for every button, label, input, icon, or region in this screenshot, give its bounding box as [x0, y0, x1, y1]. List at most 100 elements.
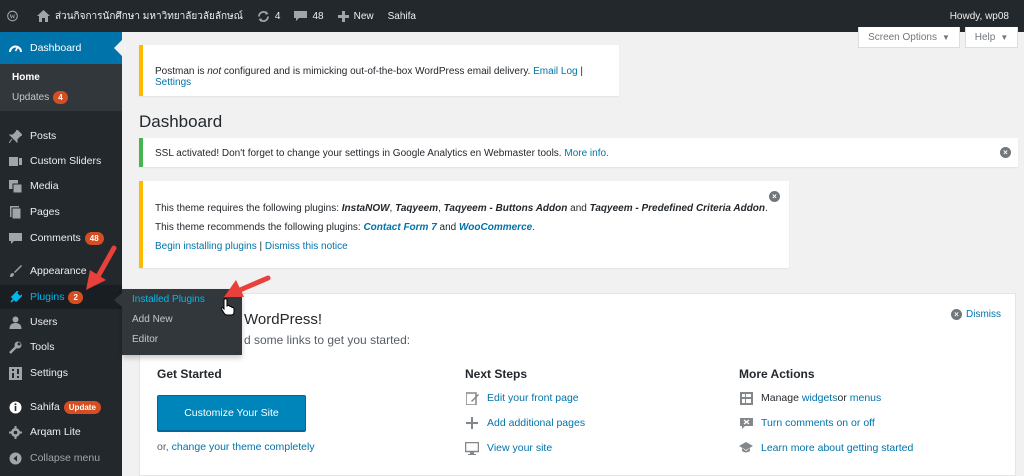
add-pages-row[interactable]: Add additional pages	[465, 416, 585, 430]
menu-custom-sliders[interactable]: Custom Sliders	[0, 149, 122, 173]
sahifa-link[interactable]: Sahifa	[381, 0, 423, 32]
submenu-updates[interactable]: Updates 4	[12, 91, 68, 104]
dashboard-submenu: Home Updates 4	[0, 64, 122, 111]
change-theme-row: or, change your theme completely	[157, 441, 315, 453]
menu-plugins[interactable]: Plugins 2	[0, 285, 122, 309]
learn-more-row[interactable]: Learn more about getting started	[739, 441, 913, 455]
site-name-link[interactable]: ส่วนกิจการนักศึกษา มหาวิทยาลัยวลัยลักษณ์	[30, 0, 250, 32]
menu-settings-label: Settings	[30, 367, 68, 379]
updates-badge: 4	[53, 91, 68, 104]
submenu-home[interactable]: Home	[12, 72, 40, 83]
edit-icon	[465, 391, 479, 405]
collapse-menu-button[interactable]: Collapse menu	[0, 446, 122, 470]
learn-more-link[interactable]: Learn more about getting started	[761, 442, 913, 454]
menu-comments[interactable]: Comments 48	[0, 226, 122, 250]
recommended-prefix: This theme recommends the following plug…	[155, 222, 364, 233]
widgets-link[interactable]: widgets	[802, 392, 838, 404]
postman-text-1: Postman is	[155, 66, 208, 77]
plugin-icon	[8, 290, 22, 304]
view-site-link[interactable]: View your site	[487, 442, 552, 454]
view-site-row[interactable]: View your site	[465, 441, 552, 455]
menus-link[interactable]: menus	[850, 392, 882, 404]
menu-appearance[interactable]: Appearance	[0, 259, 122, 283]
flyout-editor[interactable]: Editor	[132, 334, 158, 345]
howdy-text: Howdy, wp08	[949, 10, 1009, 22]
new-label: New	[353, 10, 374, 22]
plus-icon	[465, 416, 479, 430]
site-name: ส่วนกิจการนักศึกษา มหาวิทยาลัยวลัยลักษณ์	[55, 10, 243, 22]
chevron-down-icon: ▼	[942, 32, 950, 42]
dismiss-circle-icon: ×	[951, 309, 962, 320]
theme-notice-dismiss-icon[interactable]: ×	[769, 191, 780, 202]
comments-icon	[8, 231, 22, 245]
active-indicator	[114, 40, 122, 56]
flyout-installed-plugins[interactable]: Installed Plugins	[132, 294, 205, 305]
and-1: and	[567, 203, 590, 214]
welcome-dismiss-button[interactable]: × Dismiss	[951, 309, 1001, 320]
slides-icon	[8, 154, 22, 168]
next-steps-heading: Next Steps	[465, 367, 528, 381]
help-button[interactable]: Help ▼	[965, 27, 1018, 48]
menu-media[interactable]: Media	[0, 174, 122, 198]
chevron-down-icon: ▼	[1000, 32, 1009, 42]
menu-sahifa-label: Sahifa	[30, 401, 60, 413]
menu-settings[interactable]: Settings	[0, 361, 122, 385]
pin-icon	[8, 129, 22, 143]
menu-sahifa[interactable]: Sahifa Update	[0, 395, 122, 419]
required-plugin-2: Taqyeem	[395, 203, 439, 214]
postman-settings-link[interactable]: Settings	[155, 77, 191, 88]
screen-options-button[interactable]: Screen Options ▼	[858, 27, 960, 48]
menu-tools[interactable]: Tools	[0, 335, 122, 359]
required-plugin-3: Taqyeem - Buttons Addon	[443, 203, 568, 214]
menu-arqam-label: Arqam Lite	[30, 426, 81, 438]
dismiss-notice-link[interactable]: Dismiss this notice	[265, 241, 348, 252]
ssl-dismiss-icon[interactable]: ×	[1000, 147, 1011, 158]
new-content-link[interactable]: New	[331, 0, 381, 32]
welcome-title: WordPress!	[244, 311, 323, 328]
collapse-menu-label: Collapse menu	[30, 452, 101, 464]
edit-front-page-link[interactable]: Edit your front page	[487, 392, 579, 404]
gear-icon	[8, 425, 22, 439]
menu-comments-label: Comments	[30, 232, 81, 244]
theme-recommended-text: This theme recommends the following plug…	[155, 222, 535, 233]
required-prefix: This theme requires the following plugin…	[155, 203, 342, 214]
menu-dashboard[interactable]: Dashboard	[0, 32, 122, 64]
more-actions-heading: More Actions	[739, 367, 815, 381]
theme-plugins-notice: This theme requires the following plugin…	[139, 181, 789, 268]
comments-toggle-row[interactable]: Turn comments on or off	[739, 416, 875, 430]
flyout-add-new[interactable]: Add New	[132, 314, 173, 325]
wordpress-logo-icon[interactable]: W	[0, 0, 30, 32]
menu-users[interactable]: Users	[0, 310, 122, 334]
menu-pages[interactable]: Pages	[0, 200, 122, 224]
manage-widgets-row: Manage widgets or menus	[739, 391, 881, 405]
more-info-link[interactable]: More info.	[564, 148, 608, 159]
ssl-notice: SSL activated! Don't forget to change yo…	[139, 138, 1018, 167]
comments-link[interactable]: 48	[287, 0, 330, 32]
or-text: or	[837, 392, 847, 404]
plus-icon	[337, 10, 349, 22]
turn-comments-link[interactable]: Turn comments on or off	[761, 417, 875, 429]
begin-installing-link[interactable]: Begin installing plugins	[155, 241, 257, 252]
menu-arqam-lite[interactable]: Arqam Lite	[0, 420, 122, 444]
change-theme-link[interactable]: change your theme completely	[172, 441, 315, 453]
postman-sep: |	[577, 66, 583, 77]
updates-link[interactable]: 4	[250, 0, 288, 32]
get-started-heading: Get Started	[157, 367, 222, 381]
postman-text-2: configured and is mimicking out-of-the-b…	[221, 66, 534, 77]
help-label: Help	[974, 31, 996, 43]
page-icon	[8, 205, 22, 219]
graduation-cap-icon	[739, 441, 753, 455]
sahifa-update-badge: Update	[63, 400, 101, 414]
woocommerce-link[interactable]: WooCommerce	[459, 222, 532, 233]
contact-form-7-link[interactable]: Contact Form 7	[363, 222, 436, 233]
add-pages-link[interactable]: Add additional pages	[487, 417, 585, 429]
email-log-link[interactable]: Email Log	[533, 66, 577, 77]
edit-front-page-row[interactable]: Edit your front page	[465, 391, 579, 405]
menu-users-label: Users	[30, 316, 58, 328]
menu-posts[interactable]: Posts	[0, 124, 122, 148]
submenu-updates-label: Updates	[12, 92, 50, 103]
widgets-icon	[739, 391, 753, 405]
updates-count: 4	[274, 10, 281, 22]
period-1: .	[765, 203, 768, 214]
customize-site-button[interactable]: Customize Your Site	[157, 395, 306, 431]
